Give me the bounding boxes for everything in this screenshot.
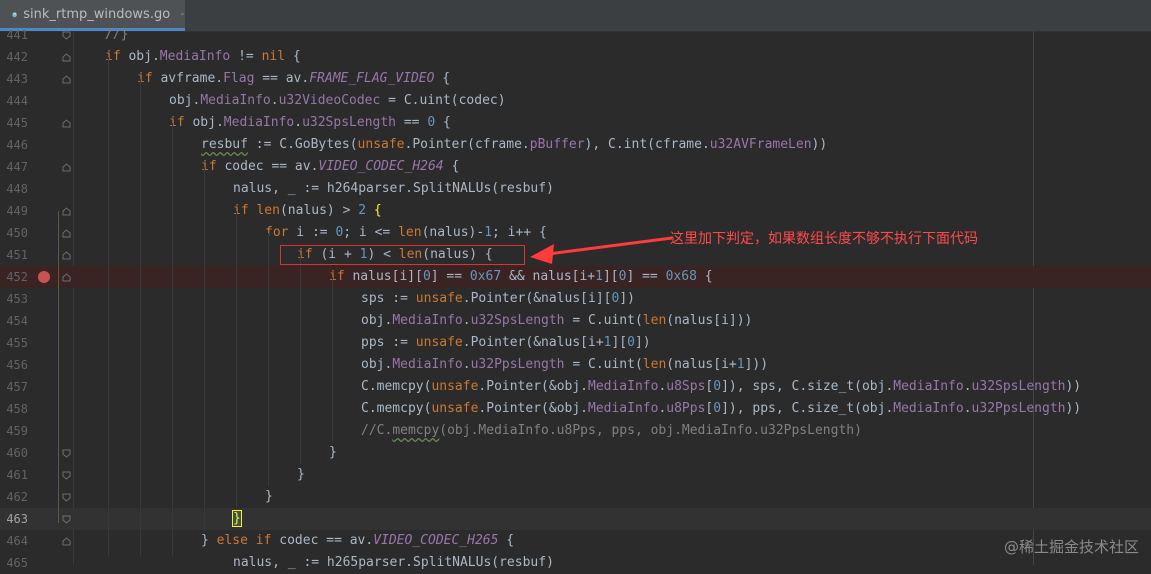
line-number: 458	[6, 402, 28, 416]
code-editor[interactable]: 441 //} 442 if obj.MediaInfo != nil { 44…	[0, 27, 1151, 570]
fold-start-icon[interactable]	[62, 537, 71, 546]
code-text: pps := unsafe.Pointer(&nalus[i+1][0])	[361, 335, 651, 350]
code-text: }	[297, 467, 305, 482]
code-text: for i := 0; i <= len(nalus)-1; i++ {	[265, 225, 547, 240]
indent-guide	[268, 233, 269, 486]
code-text: } else if codec == av.VIDEO_CODEC_H265 {	[201, 533, 515, 548]
code-text: if codec == av.VIDEO_CODEC_H264 {	[201, 159, 460, 174]
indent-guide	[332, 277, 333, 442]
fold-start-icon[interactable]	[62, 119, 71, 128]
line-number: 456	[6, 358, 28, 372]
line-number: 444	[6, 94, 28, 108]
code-text: resbuf := C.GoBytes(unsafe.Pointer(cfram…	[201, 137, 828, 152]
line-number: 447	[6, 160, 28, 174]
line-number: 449	[6, 204, 28, 218]
fold-start-icon[interactable]	[62, 163, 71, 172]
fold-end-icon[interactable]	[62, 31, 71, 40]
fold-end-icon[interactable]	[62, 493, 71, 502]
line-number: 450	[6, 226, 28, 240]
breakpoint-icon[interactable]	[38, 271, 50, 283]
fold-start-icon[interactable]	[62, 53, 71, 62]
code-text: obj.MediaInfo.u32PpsLength = C.uint(len(…	[361, 357, 769, 372]
code-line: 441 //}	[0, 24, 1151, 46]
code-text: }	[232, 510, 242, 527]
watermark: @稀土掘金技术社区	[1003, 538, 1139, 556]
annotation-highlight-box	[280, 245, 525, 265]
code-text: nalus, _ := h265parser.SplitNALUs(resbuf…	[233, 555, 554, 570]
annotation-arrow-icon	[530, 236, 673, 264]
tab-filename: sink_rtmp_windows.go	[23, 6, 171, 22]
line-number: 460	[6, 446, 28, 460]
line-number: 453	[6, 292, 28, 306]
code-text: //}	[105, 27, 129, 42]
fold-start-icon[interactable]	[62, 229, 71, 238]
indent-guide	[172, 123, 173, 557]
fold-start-icon[interactable]	[62, 273, 71, 282]
code-line: 443 if avframe.Flag == av.FRAME_FLAG_VID…	[0, 68, 1151, 90]
code-text: obj.MediaInfo.u32SpsLength = C.uint(len(…	[361, 313, 753, 328]
line-number: 459	[6, 424, 28, 438]
code-text: if obj.MediaInfo != nil {	[105, 49, 301, 64]
code-text: obj.MediaInfo.u32VideoCodec = C.uint(cod…	[169, 93, 506, 108]
line-number: 454	[6, 314, 28, 328]
line-number: 446	[6, 138, 28, 152]
indent-guide	[108, 57, 109, 557]
fold-start-icon[interactable]	[62, 75, 71, 84]
line-number: 465	[6, 556, 28, 570]
code-text: sps := unsafe.Pointer(&nalus[i][0])	[361, 291, 635, 306]
line-number: 441	[6, 28, 28, 42]
code-line: 444 obj.MediaInfo.u32VideoCodec = C.uint…	[0, 90, 1151, 112]
code-text: }	[329, 445, 337, 460]
indent-guide	[204, 167, 205, 530]
indent-guide	[300, 255, 301, 464]
code-text: C.memcpy(unsafe.Pointer(&obj.MediaInfo.u…	[361, 401, 1082, 416]
code-text: if avframe.Flag == av.FRAME_FLAG_VIDEO {	[137, 71, 451, 86]
line-number: 462	[6, 490, 28, 504]
line-number: 442	[6, 50, 28, 64]
code-text: if len(nalus) > 2 {	[233, 203, 382, 218]
code-text: nalus, _ := h264parser.SplitNALUs(resbuf…	[233, 181, 554, 196]
brace-scope-guide	[58, 211, 59, 523]
line-number: 451	[6, 248, 28, 262]
go-file-icon	[12, 11, 17, 17]
code-text: //C.memcpy(obj.MediaInfo.u8Pps, pps, obj…	[361, 423, 862, 438]
line-number: 463	[6, 512, 28, 526]
line-number: 457	[6, 380, 28, 394]
close-icon[interactable]	[180, 8, 185, 20]
line-number: 448	[6, 182, 28, 196]
line-number: 455	[6, 336, 28, 350]
line-number: 445	[6, 116, 28, 130]
line-number: 464	[6, 534, 28, 548]
fold-end-icon[interactable]	[62, 515, 71, 524]
line-number: 461	[6, 468, 28, 482]
code-text: if obj.MediaInfo.u32SpsLength == 0 {	[169, 115, 451, 130]
indent-guide	[236, 211, 237, 508]
line-number: 443	[6, 72, 28, 86]
fold-start-icon[interactable]	[62, 251, 71, 260]
fold-start-icon[interactable]	[62, 207, 71, 216]
fold-end-icon[interactable]	[62, 449, 71, 458]
indent-guide	[140, 79, 141, 557]
code-text: C.memcpy(unsafe.Pointer(&obj.MediaInfo.u…	[361, 379, 1082, 394]
code-text: }	[265, 489, 273, 504]
code-line: 442 if obj.MediaInfo != nil {	[0, 46, 1151, 68]
fold-end-icon[interactable]	[62, 471, 71, 480]
annotation-text: 这里加下判定，如果数组长度不够不执行下面代码	[670, 231, 978, 247]
line-number: 452	[6, 270, 28, 284]
